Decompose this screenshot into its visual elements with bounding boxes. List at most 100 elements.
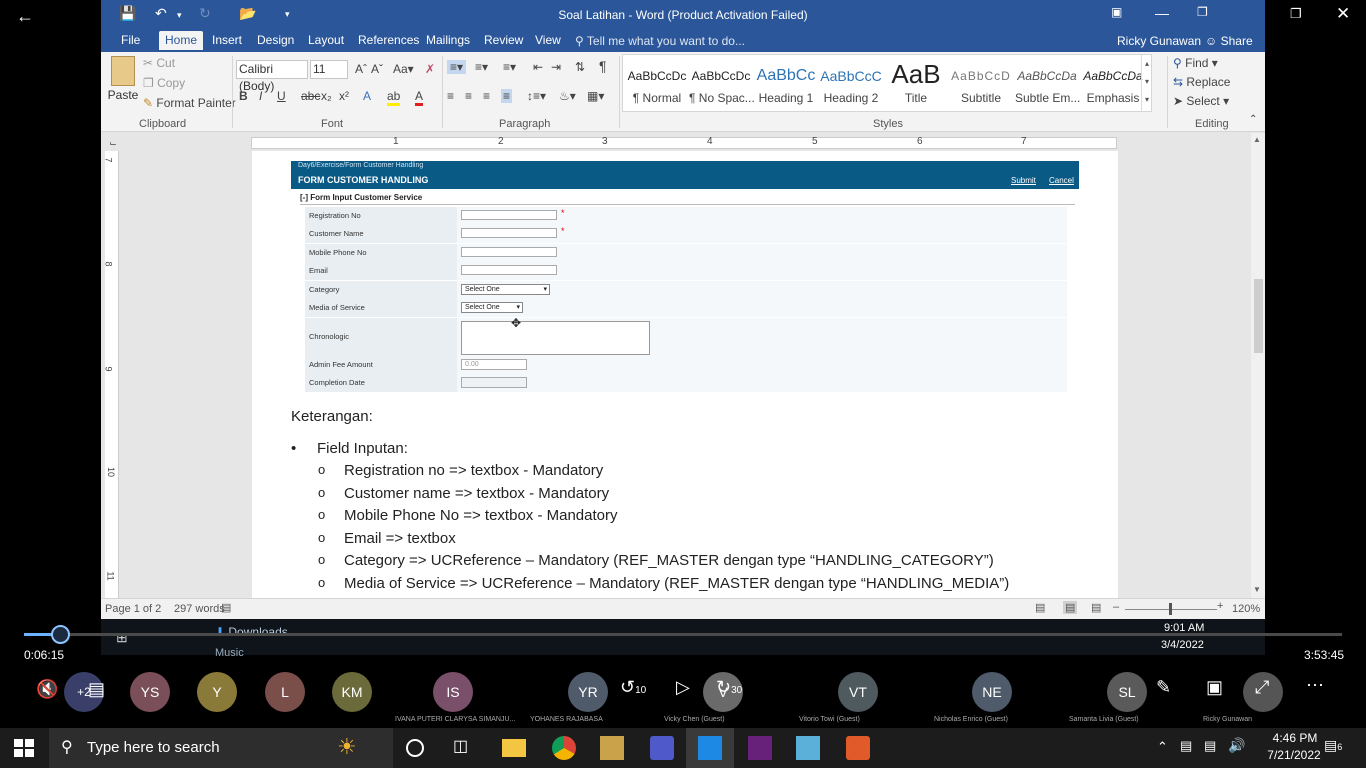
style-no-spacing[interactable]: AaBbCcDc ¶ No Spac...: [689, 61, 755, 109]
zoom-out-icon[interactable]: –: [1113, 601, 1119, 613]
seek-track[interactable]: [24, 633, 1342, 636]
web-layout-icon[interactable]: ▤: [1091, 601, 1101, 614]
print-layout-icon[interactable]: ▤: [1063, 601, 1078, 614]
collapse-ribbon-icon[interactable]: ⌃: [1249, 114, 1257, 125]
replace-button[interactable]: ⇆ Replace: [1173, 75, 1230, 89]
tab-view[interactable]: View: [529, 33, 567, 52]
tray-chevron-icon[interactable]: ⌃: [1157, 739, 1168, 755]
tray-icon[interactable]: ▤: [1180, 738, 1192, 754]
bold-icon[interactable]: B: [239, 89, 248, 103]
change-case-icon[interactable]: Aa▾: [393, 62, 414, 76]
zoom-in-icon[interactable]: +: [1217, 600, 1223, 612]
restore-icon[interactable]: ❐: [1290, 6, 1302, 22]
taskbar-search[interactable]: ⚲ Type here to search ☀: [49, 728, 393, 768]
close-icon[interactable]: ✕: [1336, 4, 1350, 24]
style-emphasis[interactable]: AaBbCcDa Emphasis: [1081, 61, 1145, 109]
zoom-thumb[interactable]: [1169, 603, 1172, 615]
document-page[interactable]: Day6/Exercise/Form Customer Handling FOR…: [252, 151, 1118, 598]
font-size-box[interactable]: 11: [310, 60, 348, 79]
cortana-icon[interactable]: [406, 739, 424, 757]
align-center-icon[interactable]: ≡: [465, 89, 472, 103]
grow-font-icon[interactable]: Aˆ: [355, 62, 367, 76]
more-options-icon[interactable]: ⋯: [1306, 675, 1324, 696]
skip-forward-icon[interactable]: ↻30: [716, 677, 742, 698]
pen-icon[interactable]: ✎: [1156, 677, 1171, 698]
visual-studio-icon[interactable]: [748, 736, 772, 760]
scroll-up-icon[interactable]: ▲: [1253, 135, 1261, 144]
shrink-font-icon[interactable]: Aˇ: [371, 62, 383, 76]
strikethrough-icon[interactable]: abc: [301, 89, 320, 103]
tab-home[interactable]: Home: [159, 31, 204, 50]
multilevel-list-icon[interactable]: ≡▾: [503, 60, 516, 74]
taskbar-time[interactable]: 4:46 PM: [1270, 731, 1320, 745]
volume-icon[interactable]: 🔊: [1228, 737, 1245, 754]
tab-review[interactable]: Review: [478, 33, 529, 52]
seek-handle[interactable]: [51, 625, 70, 644]
paste-button[interactable]: Paste: [107, 56, 139, 112]
tab-mailings[interactable]: Mailings: [420, 33, 476, 52]
line-spacing-icon[interactable]: ↕≡▾: [527, 89, 546, 103]
style-normal[interactable]: AaBbCcDc ¶ Normal: [625, 61, 689, 109]
font-name-box[interactable]: Calibri (Body): [236, 60, 308, 93]
select-button[interactable]: ➤ Select ▾: [1173, 94, 1229, 108]
share-button[interactable]: ☺ Share: [1205, 34, 1253, 48]
app-icon[interactable]: [796, 736, 820, 760]
user-name[interactable]: Ricky Gunawan: [1117, 34, 1201, 48]
cut-button[interactable]: ✂ Cut: [143, 56, 175, 70]
restore-icon[interactable]: ❐: [1197, 5, 1208, 19]
format-painter-button[interactable]: ✎ Format Painter: [143, 96, 236, 110]
tab-layout[interactable]: Layout: [302, 33, 350, 52]
play-icon[interactable]: ▷: [676, 677, 690, 698]
tab-selector[interactable]: ⌙: [107, 137, 119, 149]
ribbon-display-icon[interactable]: ▣: [1111, 5, 1122, 19]
chrome-icon[interactable]: [552, 736, 576, 760]
tell-me-search[interactable]: ⚲ Tell me what you want to do...: [575, 34, 745, 48]
superscript-icon[interactable]: x²: [339, 89, 349, 103]
captions-icon[interactable]: ▤: [88, 679, 105, 700]
align-left-icon[interactable]: ≡: [447, 89, 454, 103]
styles-scroll[interactable]: ▴ ▾ ▾: [1141, 55, 1152, 111]
network-icon[interactable]: ▤: [1204, 738, 1216, 754]
find-button[interactable]: ⚲ Find ▾: [1173, 56, 1218, 70]
tab-references[interactable]: References: [352, 33, 425, 52]
app-icon[interactable]: [846, 736, 870, 760]
notification-icon[interactable]: ▤6: [1324, 737, 1342, 754]
style-heading-1[interactable]: AaBbCc Heading 1: [754, 61, 818, 109]
increase-indent-icon[interactable]: ⇥: [551, 60, 561, 74]
mute-icon[interactable]: 🔇: [36, 679, 58, 700]
back-arrow-icon[interactable]: ←: [16, 6, 34, 27]
underline-icon[interactable]: U: [277, 89, 286, 103]
style-subtle-emphasis[interactable]: AaBbCcDa Subtle Em...: [1015, 61, 1080, 109]
teams-icon[interactable]: [650, 736, 674, 760]
proofing-icon[interactable]: ▤: [221, 601, 231, 614]
text-effects-icon[interactable]: A: [363, 89, 371, 103]
subscript-icon[interactable]: x₂: [321, 89, 332, 103]
minimize-icon[interactable]: —: [1155, 5, 1169, 21]
sort-icon[interactable]: ⇅: [575, 60, 585, 74]
style-heading-2[interactable]: AaBbCcC Heading 2: [819, 61, 883, 109]
word-count[interactable]: 297 words: [174, 603, 225, 615]
copy-button[interactable]: ❐ Copy: [143, 76, 185, 90]
tab-file[interactable]: File: [115, 33, 146, 52]
show-marks-icon[interactable]: ¶: [599, 58, 607, 74]
scroll-down-icon[interactable]: ▼: [1253, 585, 1261, 594]
start-button[interactable]: [14, 739, 34, 757]
italic-icon[interactable]: I: [259, 89, 262, 103]
taskbar-date[interactable]: 7/21/2022: [1266, 748, 1322, 762]
style-subtitle[interactable]: AaBbCcD Subtitle: [949, 61, 1013, 109]
ruler-bar[interactable]: [251, 137, 1117, 149]
expand-icon[interactable]: ⤢: [1255, 677, 1269, 698]
vertical-scrollbar[interactable]: ▲ ▼: [1251, 133, 1265, 598]
borders-icon[interactable]: ▦▾: [587, 89, 604, 103]
highlight-icon[interactable]: ab: [387, 89, 401, 106]
page-count[interactable]: Page 1 of 2: [105, 603, 161, 615]
file-explorer-icon[interactable]: [502, 739, 526, 757]
picture-in-picture-icon[interactable]: ▣: [1206, 677, 1223, 698]
align-right-icon[interactable]: ≡: [483, 89, 490, 103]
style-title[interactable]: AaB Title: [884, 61, 948, 109]
scroll-thumb[interactable]: [1254, 279, 1263, 353]
skip-back-icon[interactable]: ↺10: [620, 677, 646, 698]
clear-formatting-icon[interactable]: ✗: [425, 62, 435, 76]
numbering-icon[interactable]: ≡▾: [475, 60, 488, 74]
justify-icon[interactable]: ≡: [501, 89, 513, 103]
